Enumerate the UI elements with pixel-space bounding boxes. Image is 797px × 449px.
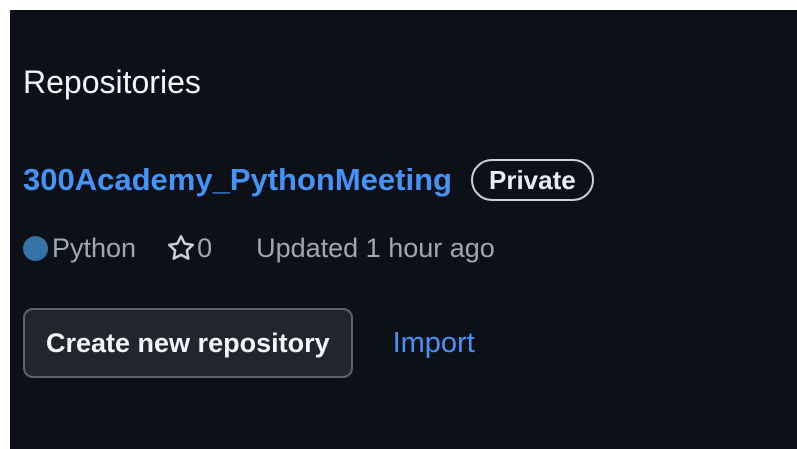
updated-timestamp: Updated 1 hour ago [256, 232, 495, 263]
import-link[interactable]: Import [393, 327, 475, 360]
section-title: Repositories [23, 64, 201, 100]
repositories-panel: Repositories 300Academy_PythonMeeting Pr… [10, 10, 797, 449]
create-repository-button[interactable]: Create new repository [23, 308, 353, 378]
repository-name-link[interactable]: 300Academy_PythonMeeting [23, 162, 452, 198]
repository-actions: Create new repository Import [23, 308, 475, 378]
repository-item: 300Academy_PythonMeeting Private [23, 158, 594, 202]
visibility-badge: Private [470, 159, 594, 201]
language-color-dot [23, 235, 48, 261]
repository-meta: Python 0 Updated 1 hour ago [23, 228, 495, 268]
stars-link[interactable]: 0 [166, 233, 212, 264]
star-count: 0 [197, 232, 213, 263]
star-icon [168, 235, 195, 260]
language-label: Python [52, 232, 137, 263]
